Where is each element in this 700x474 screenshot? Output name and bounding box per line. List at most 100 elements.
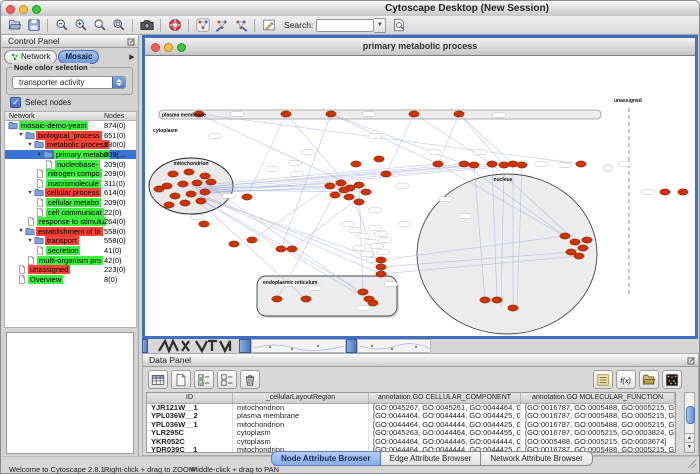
network-window-titlebar[interactable]: primary metabolic process (145, 38, 695, 56)
network-node[interactable] (186, 191, 196, 197)
tree-row-transport[interactable]: ▼transport558(0) (5, 236, 136, 246)
network-node[interactable] (178, 181, 188, 187)
table-row-yjr121w-1[interactable]: YJR121W__1mitochondrion[GO:0045267, GO:0… (147, 404, 675, 412)
network-node[interactable] (358, 289, 368, 295)
network-node[interactable] (560, 233, 570, 239)
open-network-button[interactable] (6, 17, 23, 33)
resize-grip[interactable] (687, 456, 697, 474)
help-button[interactable] (166, 17, 183, 33)
network-node[interactable] (344, 194, 354, 200)
zoom-selected-button[interactable] (91, 17, 108, 33)
network-node[interactable] (582, 237, 592, 243)
float-panel-button[interactable] (127, 37, 135, 45)
scroll-down-button[interactable]: ▼ (685, 442, 694, 452)
network-node[interactable] (574, 253, 584, 259)
zoom-fit-button[interactable] (110, 17, 127, 33)
network-node[interactable] (454, 111, 464, 117)
network-node[interactable] (433, 161, 443, 167)
network-node[interactable] (487, 161, 497, 167)
network-node[interactable] (196, 198, 206, 204)
expander-icon[interactable]: ▼ (26, 142, 34, 148)
network-node[interactable] (508, 161, 518, 167)
tree-row-metabolic-process[interactable]: ▼metabolic process280(0) (5, 140, 136, 150)
network-node[interactable] (351, 161, 361, 167)
tree-row-biological-process[interactable]: ▼biological_process651(0) (5, 131, 136, 141)
search-input[interactable] (316, 19, 374, 32)
network-node[interactable] (459, 161, 469, 167)
network-node[interactable] (368, 300, 378, 306)
tab-scroll-right-button[interactable]: ▶ (127, 53, 137, 61)
table-row-ypl036w-1[interactable]: YPL036W__1mitochondrion[GO:0044464, GO:0… (147, 421, 675, 429)
annotation-tool-button[interactable] (260, 17, 277, 33)
network-node[interactable] (326, 111, 336, 117)
snapshot-button[interactable] (138, 17, 155, 33)
network-node[interactable] (336, 180, 346, 186)
network-node[interactable] (168, 171, 178, 177)
scrollbar-thumb[interactable] (686, 406, 695, 424)
network-node[interactable] (276, 246, 286, 252)
tree-row-cell-communicat[interactable]: cell communicat22(0) (5, 207, 136, 217)
tree-row-multi-organism-pro[interactable]: multi-organism pro42(0) (5, 255, 136, 265)
network-node[interactable] (381, 171, 391, 177)
network-node[interactable] (376, 257, 386, 263)
attribute-list-button[interactable] (593, 370, 613, 389)
new-attribute-button[interactable] (171, 370, 191, 389)
network-node[interactable] (409, 111, 419, 117)
network-canvas[interactable]: plasma membranecytoplasmmitochondrionnuc… (145, 56, 695, 337)
network-node[interactable] (354, 199, 364, 205)
network-node[interactable] (154, 186, 164, 192)
select-nodes-checkbox[interactable]: ✓ (10, 97, 21, 108)
expander-icon[interactable]: ▼ (26, 238, 34, 244)
tab-mosaic[interactable]: Mosaic (58, 50, 99, 64)
table-row-ylr295c[interactable]: YLR295Ccytoplasm[GO:0045263, GO:0044464,… (147, 429, 675, 437)
birds-eye-view[interactable] (6, 332, 134, 454)
network-node[interactable] (517, 162, 527, 168)
network-node[interactable] (678, 189, 688, 195)
tab-network[interactable]: Network (4, 50, 57, 64)
network-node[interactable] (247, 237, 257, 243)
network-node[interactable] (192, 180, 202, 186)
view-all-networks-button[interactable] (194, 17, 211, 33)
tree-row-unassigned[interactable]: unassigned223(0) (5, 265, 136, 275)
tab-network-attribute-browser[interactable]: Network Attribute Browser (481, 451, 592, 466)
tree-row-cellular-metabo[interactable]: cellular metabo209(0) (5, 198, 136, 208)
minimize-button[interactable] (19, 5, 28, 14)
tree-row-macromolecule[interactable]: macromolecule311(0) (5, 179, 136, 189)
tab-edge-attribute-browser[interactable]: Edge Attribute Browser (381, 451, 482, 466)
network-node[interactable] (301, 296, 311, 302)
network-node[interactable] (376, 271, 386, 277)
close-button[interactable] (6, 5, 15, 14)
network-node[interactable] (170, 193, 180, 199)
unselect-attributes-button[interactable] (217, 370, 237, 389)
expander-icon[interactable]: ▼ (17, 228, 25, 234)
network-node[interactable] (200, 189, 210, 195)
tree-row-nitrogen-compo[interactable]: nitrogen compo209(0) (5, 169, 136, 179)
expander-icon[interactable]: ▼ (35, 152, 43, 158)
network-node[interactable] (570, 239, 580, 245)
float-panel-button[interactable] (687, 356, 695, 364)
formula-builder-button[interactable]: f(x) (616, 370, 636, 389)
tree-row-cellular-process[interactable]: ▼cellular process614(0) (5, 188, 136, 198)
heatmap-view-button[interactable] (662, 370, 682, 389)
network-node[interactable] (330, 192, 340, 198)
tree-row-response-to-stimulu[interactable]: response to stimulu264(0) (5, 217, 136, 227)
save-session-button[interactable] (25, 17, 42, 33)
zoom-window-button[interactable] (32, 5, 41, 14)
tree-row-secretion[interactable]: secretion41(0) (5, 246, 136, 256)
network-node[interactable] (469, 162, 479, 168)
column-header-annotation-go-cellular-component[interactable]: annotation.GO CELLULAR_COMPONENT (369, 393, 521, 403)
network-node[interactable] (281, 111, 291, 117)
network-node[interactable] (339, 187, 349, 193)
table-row-ykr052c[interactable]: YKR052Ccytoplasm[GO:0044464, GO:0044446,… (147, 438, 675, 446)
network-node[interactable] (508, 305, 518, 311)
network-node[interactable] (374, 156, 384, 162)
network-node[interactable] (354, 182, 364, 188)
column-header-id[interactable]: ID (147, 393, 233, 403)
delete-attribute-button[interactable] (240, 370, 260, 389)
network-node[interactable] (184, 169, 194, 175)
network-node[interactable] (376, 264, 386, 270)
expander-icon[interactable]: ▼ (26, 190, 34, 196)
table-scrollbar[interactable]: ▲ ▼ (684, 392, 695, 453)
tree-row-overview[interactable]: Overview8(0) (5, 275, 136, 285)
tab-node-attribute-browser[interactable]: Node Attribute Browser (271, 451, 381, 466)
